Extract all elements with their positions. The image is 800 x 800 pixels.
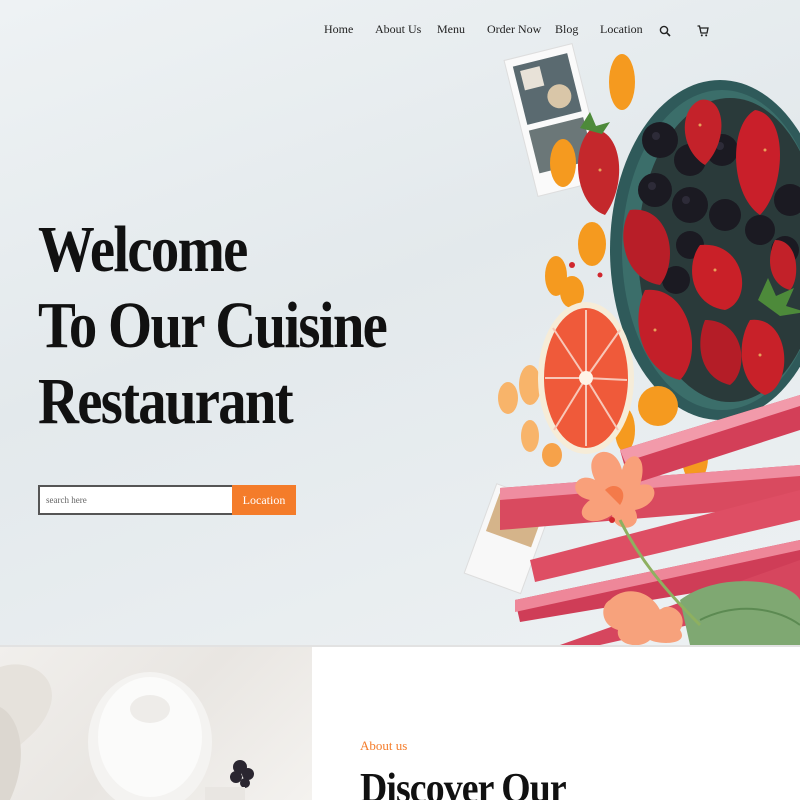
about-photo — [0, 647, 312, 800]
hero-headline: Welcome To Our Cuisine Restaurant — [38, 212, 438, 440]
nav-item-home[interactable]: Home — [324, 22, 353, 37]
nav-item-location[interactable]: Location — [600, 22, 643, 37]
headline-line-restaurant: Restaurant — [38, 365, 294, 438]
about-title: Discover Our — [360, 766, 567, 800]
hero-section: Home About Us Menu Order Now Blog Locati… — [0, 0, 800, 645]
cart-icon[interactable] — [697, 24, 709, 42]
about-eyebrow: About us — [360, 738, 408, 753]
nav-item-order-now[interactable]: Order Now — [487, 22, 541, 37]
about-section: About us Discover Our — [0, 647, 800, 800]
nav-item-blog[interactable]: Blog — [555, 22, 578, 37]
about-photo-image — [0, 664, 254, 800]
main-nav: Home About Us Menu Order Now Blog Locati… — [0, 22, 800, 42]
search-input[interactable] — [38, 485, 232, 515]
search-bar: Location — [38, 485, 296, 515]
headline-line-cuisine: To Our Cuisine — [38, 289, 388, 362]
search-icon[interactable] — [659, 24, 671, 42]
nav-item-about-us[interactable]: About Us — [375, 22, 421, 37]
location-button[interactable]: Location — [232, 485, 296, 515]
headline-line-welcome: Welcome — [38, 213, 248, 286]
nav-item-menu[interactable]: Menu — [437, 22, 465, 37]
